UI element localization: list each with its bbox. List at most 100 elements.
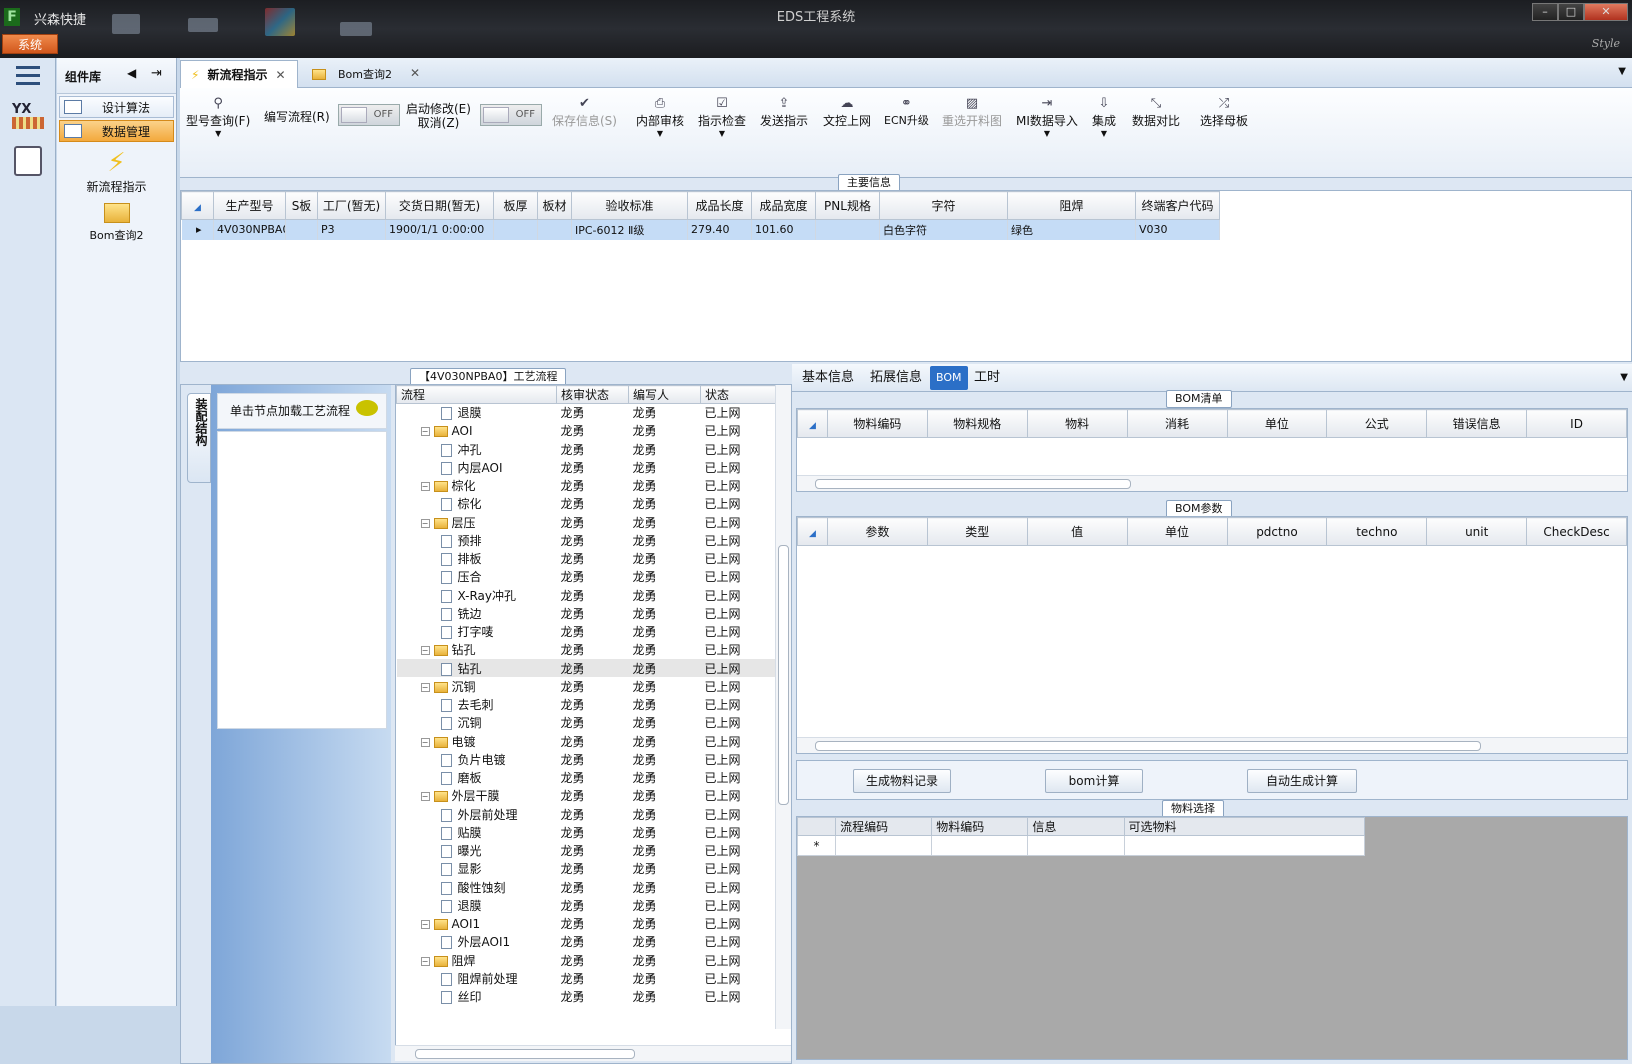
- column-header[interactable]: 生产型号: [213, 191, 286, 220]
- table-cell[interactable]: 龙勇: [557, 787, 629, 805]
- table-cell[interactable]: 龙勇: [557, 531, 629, 549]
- table-cell[interactable]: 已上网: [701, 531, 777, 549]
- column-header[interactable]: 流程编码: [835, 817, 933, 836]
- horizontal-scrollbar[interactable]: [395, 1045, 791, 1061]
- collapse-icon[interactable]: −: [420, 737, 430, 747]
- hamburger-menu-icon[interactable]: [16, 66, 40, 86]
- shortcut-bom-query[interactable]: Bom查询2: [57, 203, 176, 243]
- tree-row[interactable]: 退膜 龙勇 龙勇 已上网: [397, 404, 777, 422]
- column-header[interactable]: 字符: [879, 191, 1008, 220]
- tree-node[interactable]: − 外层干膜: [397, 787, 557, 805]
- tree-row[interactable]: 外层AOI1 龙勇 龙勇 已上网: [397, 933, 777, 951]
- side-tab-assembly[interactable]: 装配结构: [187, 393, 211, 483]
- table-cell[interactable]: 已上网: [701, 404, 777, 422]
- tree-node[interactable]: 排板: [397, 550, 557, 568]
- column-header[interactable]: 值: [1026, 517, 1128, 546]
- table-cell[interactable]: 已上网: [701, 458, 777, 476]
- tree-node[interactable]: 外层AOI1: [397, 933, 557, 951]
- collapse-icon[interactable]: −: [420, 482, 430, 492]
- table-cell[interactable]: 绿色: [1007, 219, 1136, 240]
- pin-icon[interactable]: ⇥: [151, 66, 162, 81]
- bom-calculate-button[interactable]: bom计算: [1045, 769, 1143, 793]
- tree-row[interactable]: 棕化 龙勇 龙勇 已上网: [397, 495, 777, 513]
- column-header[interactable]: 编写人: [628, 385, 701, 404]
- tree-row[interactable]: 曝光 龙勇 龙勇 已上网: [397, 842, 777, 860]
- table-cell[interactable]: 龙勇: [629, 750, 701, 768]
- table-cell[interactable]: V030: [1135, 219, 1220, 240]
- close-tab-icon[interactable]: ✕: [410, 66, 420, 80]
- table-cell[interactable]: 龙勇: [629, 440, 701, 458]
- column-header[interactable]: 物料编码: [827, 409, 928, 438]
- tab-basic-info[interactable]: 基本信息: [796, 366, 860, 390]
- table-cell[interactable]: 已上网: [701, 550, 777, 568]
- tab-bom[interactable]: BOM: [930, 366, 968, 390]
- table-cell[interactable]: 龙勇: [629, 896, 701, 914]
- column-header[interactable]: 物料: [1026, 409, 1128, 438]
- table-cell[interactable]: 龙勇: [629, 842, 701, 860]
- mi-import-button[interactable]: ⇥ MI数据导入 ▼: [1016, 96, 1078, 138]
- table-cell[interactable]: 龙勇: [557, 659, 629, 677]
- table-cell[interactable]: 龙勇: [629, 604, 701, 622]
- tree-row[interactable]: 去毛刺 龙勇 龙勇 已上网: [397, 696, 777, 714]
- column-header[interactable]: PNL规格: [815, 191, 880, 220]
- table-cell[interactable]: 龙勇: [557, 550, 629, 568]
- table-cell[interactable]: 龙勇: [557, 714, 629, 732]
- table-cell[interactable]: 龙勇: [629, 404, 701, 422]
- instruction-check-button[interactable]: ☑ 指示检查 ▼: [698, 96, 746, 138]
- tree-node[interactable]: 打字唛: [397, 623, 557, 641]
- table-cell[interactable]: [1027, 835, 1125, 856]
- edit-flow-toggle[interactable]: OFF: [338, 104, 400, 126]
- auto-generate-calculate-button[interactable]: 自动生成计算: [1247, 769, 1357, 793]
- table-cell[interactable]: 龙勇: [629, 823, 701, 841]
- new-row[interactable]: *: [796, 835, 1366, 856]
- style-menu[interactable]: Style: [1592, 37, 1620, 50]
- table-cell[interactable]: 龙勇: [557, 896, 629, 914]
- table-cell[interactable]: 已上网: [701, 659, 777, 677]
- column-header[interactable]: 成品长度: [687, 191, 752, 220]
- tab-new-flow[interactable]: ⚡ 新流程指示 ✕: [180, 60, 298, 88]
- tree-node[interactable]: 负片电镀: [397, 750, 557, 768]
- tree-row[interactable]: − AOI1 龙勇 龙勇 已上网: [397, 915, 777, 933]
- column-header[interactable]: ID: [1526, 409, 1627, 438]
- column-header[interactable]: 公式: [1326, 409, 1428, 438]
- table-cell[interactable]: 龙勇: [557, 915, 629, 933]
- table-cell[interactable]: 龙勇: [557, 440, 629, 458]
- column-header[interactable]: 阻焊: [1007, 191, 1136, 220]
- table-cell[interactable]: 已上网: [701, 677, 777, 695]
- tree-node[interactable]: 铣边: [397, 604, 557, 622]
- tree-node[interactable]: − 层压: [397, 513, 557, 531]
- row-indicator-icon[interactable]: ▸: [181, 219, 214, 240]
- tree-row[interactable]: 沉铜 龙勇 龙勇 已上网: [397, 714, 777, 732]
- table-cell[interactable]: 已上网: [701, 586, 777, 604]
- table-cell[interactable]: 已上网: [701, 951, 777, 969]
- table-cell[interactable]: 龙勇: [629, 586, 701, 604]
- table-cell[interactable]: 101.60: [751, 219, 816, 240]
- data-compare-button[interactable]: ⤡ 数据对比: [1132, 96, 1180, 129]
- tree-node[interactable]: − 沉铜: [397, 677, 557, 695]
- column-header[interactable]: 物料编码: [931, 817, 1029, 836]
- table-cell[interactable]: 已上网: [701, 750, 777, 768]
- integrate-button[interactable]: ⇩ 集成 ▼: [1092, 96, 1116, 138]
- collapse-icon[interactable]: −: [420, 919, 430, 929]
- model-query-button[interactable]: ⚲ 型号查询(F) ▼: [186, 96, 250, 138]
- table-cell[interactable]: 龙勇: [629, 495, 701, 513]
- table-cell[interactable]: 龙勇: [557, 878, 629, 896]
- table-cell[interactable]: 龙勇: [557, 696, 629, 714]
- tree-row[interactable]: 磨板 龙勇 龙勇 已上网: [397, 769, 777, 787]
- tab-extended-info[interactable]: 拓展信息: [864, 366, 928, 390]
- table-cell[interactable]: 已上网: [701, 714, 777, 732]
- modify-toggle[interactable]: OFF: [480, 104, 542, 126]
- tree-node[interactable]: 磨板: [397, 769, 557, 787]
- column-header[interactable]: unit: [1426, 517, 1528, 546]
- tree-node[interactable]: − 棕化: [397, 477, 557, 495]
- tree-node[interactable]: 棕化: [397, 495, 557, 513]
- table-cell[interactable]: 已上网: [701, 604, 777, 622]
- table-cell[interactable]: [537, 219, 572, 240]
- collapse-icon[interactable]: −: [420, 682, 430, 692]
- table-cell[interactable]: [493, 219, 538, 240]
- tree-node[interactable]: 压合: [397, 568, 557, 586]
- table-cell[interactable]: 龙勇: [629, 933, 701, 951]
- table-cell[interactable]: 已上网: [701, 696, 777, 714]
- close-icon[interactable]: ✕: [1584, 3, 1628, 21]
- row-selector-header[interactable]: [796, 817, 837, 836]
